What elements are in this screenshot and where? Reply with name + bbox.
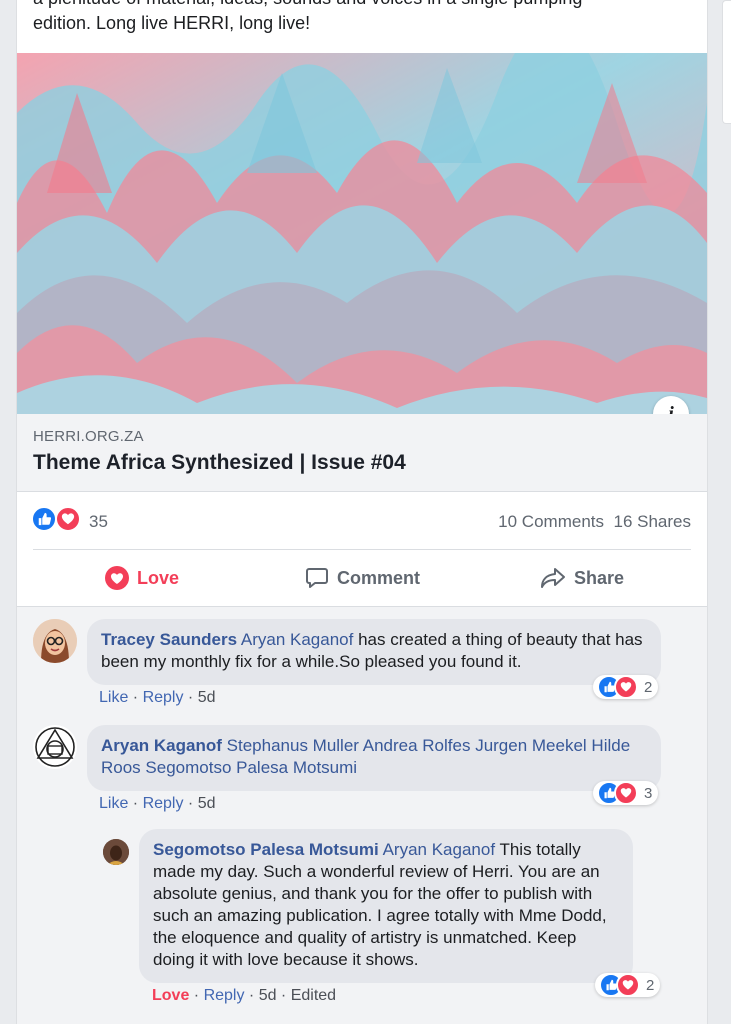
link-preview-meta[interactable]: HERRI.ORG.ZA Theme Africa Synthesized | …: [17, 414, 707, 492]
separator: ·: [128, 689, 143, 706]
link-preview-image[interactable]: [17, 53, 707, 414]
separator: ·: [128, 795, 143, 812]
separator: ·: [276, 987, 291, 1004]
share-button[interactable]: Share: [540, 550, 624, 606]
love-button[interactable]: Love: [105, 550, 179, 606]
separator: ·: [183, 795, 198, 812]
comment-reaction-count: 3: [644, 784, 653, 802]
comment-meta: Like · Reply · 5d: [99, 689, 216, 707]
love-button-label: Love: [137, 567, 180, 588]
right-panel-edge: [722, 0, 731, 124]
reply-link[interactable]: Reply: [143, 689, 184, 706]
link-title[interactable]: Theme Africa Synthesized | Issue #04: [33, 451, 406, 475]
link-domain: HERRI.ORG.ZA: [33, 428, 144, 445]
reactions-summary: 35 10 Comments 16 Shares: [17, 492, 707, 550]
shares-count[interactable]: 16 Shares: [614, 512, 692, 532]
comment-reaction-count: 2: [644, 678, 653, 696]
comment-meta: Love · Reply · 5d · Edited: [152, 987, 336, 1005]
share-icon: [541, 568, 565, 588]
post-text-line: edition. Long live HERRI, long live!: [33, 13, 311, 33]
comments-section: Tracey Saunders Aryan Kaganof has create…: [17, 606, 707, 1024]
separator: ·: [183, 689, 198, 706]
comment-reactions[interactable]: 3: [593, 781, 659, 805]
post-text: a plenitude of material, ideas, sounds a…: [33, 0, 683, 36]
comment-meta: Like · Reply · 5d: [99, 795, 216, 813]
comment-icon: [306, 568, 328, 588]
like-reaction-icon[interactable]: [31, 506, 57, 532]
avatar[interactable]: [33, 725, 77, 769]
avatar[interactable]: [33, 619, 77, 663]
comments-count[interactable]: 10 Comments: [498, 512, 604, 532]
comment-reactions[interactable]: 2: [593, 675, 659, 699]
comment-author[interactable]: Segomotso Palesa Motsumi: [153, 840, 379, 859]
love-reaction-icon: [614, 781, 638, 805]
reply-link[interactable]: Reply: [204, 987, 245, 1004]
comment-bubble: Segomotso Palesa Motsumi Aryan Kaganof T…: [139, 829, 633, 983]
comment-button[interactable]: Comment: [305, 550, 420, 606]
action-bar: Love Comment Share: [17, 550, 707, 606]
love-link[interactable]: Love: [152, 987, 189, 1004]
avatar[interactable]: [103, 839, 129, 865]
comment-time[interactable]: 5d: [198, 795, 216, 812]
like-link[interactable]: Like: [99, 795, 128, 812]
comment-author[interactable]: Aryan Kaganof: [101, 736, 222, 755]
comment-tag[interactable]: Aryan Kaganof: [383, 840, 495, 859]
comment-button-label: Comment: [337, 567, 421, 588]
comment-reactions[interactable]: 2: [595, 973, 661, 997]
like-link[interactable]: Like: [99, 689, 128, 706]
love-reaction-icon: [616, 973, 640, 997]
post-card: a plenitude of material, ideas, sounds a…: [16, 0, 708, 1024]
love-reaction-icon[interactable]: [55, 506, 81, 532]
post-text-line: a plenitude of material, ideas, sounds a…: [33, 0, 683, 11]
comment-time[interactable]: 5d: [259, 987, 277, 1004]
separator: ·: [189, 987, 204, 1004]
comment-text: This totally made my day. Such a wonderf…: [153, 840, 607, 969]
comment-author[interactable]: Tracey Saunders: [101, 630, 237, 649]
comment-bubble: Aryan Kaganof Stephanus Muller Andrea Ro…: [87, 725, 661, 791]
comment-bubble: Tracey Saunders Aryan Kaganof has create…: [87, 619, 661, 685]
edited-label[interactable]: Edited: [291, 987, 336, 1004]
reaction-count[interactable]: 35: [89, 512, 108, 532]
reply-link[interactable]: Reply: [143, 795, 184, 812]
comment-reaction-count: 2: [646, 976, 655, 994]
love-reaction-icon: [614, 675, 638, 699]
separator: ·: [244, 987, 259, 1004]
share-button-label: Share: [574, 567, 625, 588]
comment-time[interactable]: 5d: [198, 689, 216, 706]
heart-icon: [105, 566, 129, 590]
comment-tag[interactable]: Aryan Kaganof: [241, 630, 353, 649]
